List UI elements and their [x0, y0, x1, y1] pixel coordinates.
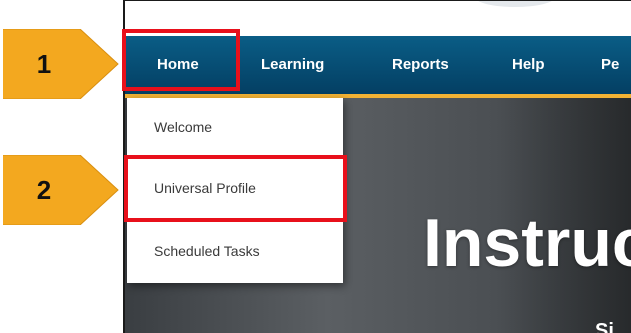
nav-item-reports[interactable]: Reports — [392, 36, 449, 94]
highlight-box-home — [122, 29, 240, 91]
hero-subtitle: Si — [595, 320, 614, 333]
menu-item-welcome[interactable]: Welcome — [154, 113, 212, 141]
menu-item-scheduled-tasks[interactable]: Scheduled Tasks — [154, 237, 260, 265]
nav-item-help[interactable]: Help — [512, 36, 545, 94]
nav-item-partial[interactable]: Pe — [601, 36, 619, 94]
callout-number-2: 2 — [36, 175, 52, 205]
highlight-box-universal-profile — [124, 155, 347, 222]
nav-item-learning[interactable]: Learning — [261, 36, 324, 94]
header-logo-fragment — [475, 1, 555, 7]
callout-step-2: 2 — [0, 155, 120, 225]
hero-title: Instruc — [423, 205, 631, 281]
callout-step-1: 1 — [0, 29, 120, 99]
callout-number-1: 1 — [36, 49, 52, 79]
